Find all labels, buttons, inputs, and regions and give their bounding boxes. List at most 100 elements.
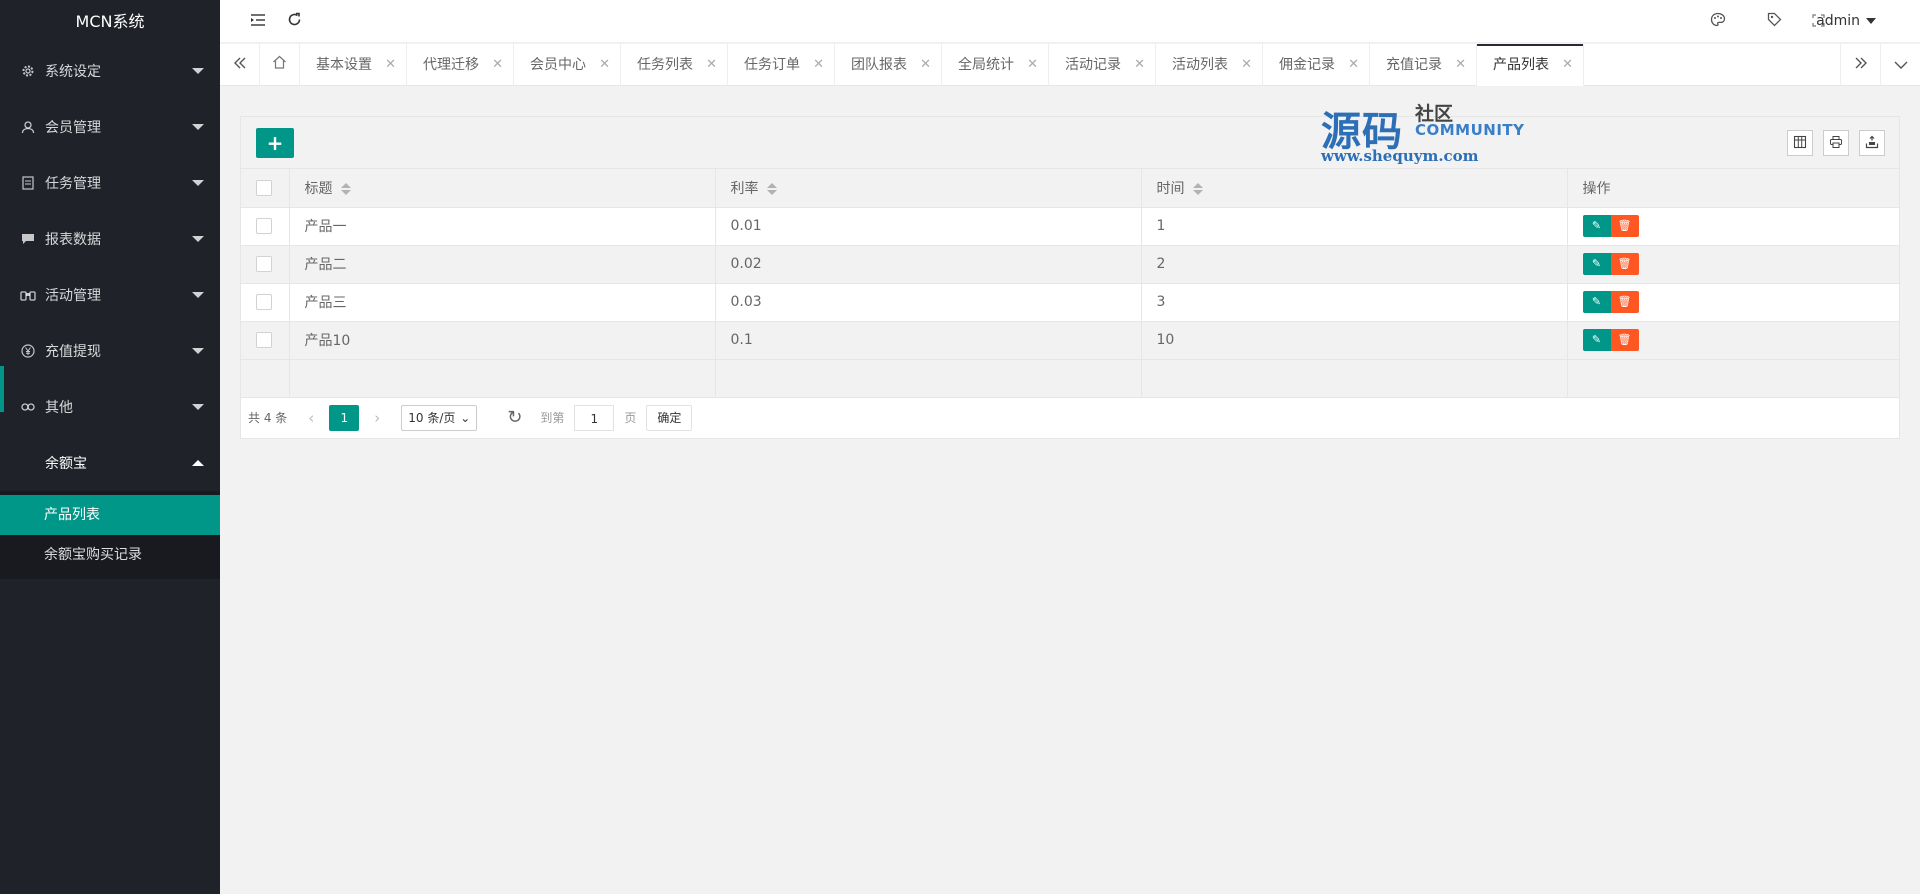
tabs-menu-button[interactable] [1880,44,1920,86]
blank-icon [20,455,36,471]
tab-product-list[interactable]: 产品列表 ✕ [1477,44,1584,86]
close-icon[interactable]: ✕ [1455,44,1466,86]
tag-button[interactable] [1754,0,1794,43]
close-icon[interactable]: ✕ [920,44,931,86]
sidebar-item-tasks[interactable]: 任务管理 [0,155,220,211]
goto-page-input[interactable]: 1 [574,404,615,431]
add-button[interactable]: + [256,128,294,158]
sidebar-item-members[interactable]: 会员管理 [0,99,220,155]
column-header-title[interactable]: 标题 [288,169,716,208]
tab-agent-migration[interactable]: 代理迁移 ✕ [407,44,514,86]
caret-down-icon [192,236,204,242]
delete-button[interactable]: 🗑 [1610,215,1639,237]
column-header-actions: 操作 [1566,169,1899,208]
tab-activity-list[interactable]: 活动列表 ✕ [1156,44,1263,86]
close-icon[interactable]: ✕ [599,44,610,86]
close-icon[interactable]: ✕ [1348,44,1359,86]
close-icon[interactable]: ✕ [1134,44,1145,86]
indent-icon [250,12,266,31]
sidebar-item-yuebao[interactable]: 余额宝 [0,435,220,491]
page-label: 页 [624,411,637,425]
goto-label: 到第 [540,411,565,425]
refresh-button[interactable] [274,0,314,43]
close-icon[interactable]: ✕ [492,44,503,86]
delete-button[interactable]: 🗑 [1610,253,1639,275]
palette-icon [1710,12,1726,31]
edit-button[interactable]: ✎ [1582,253,1611,275]
tab-commission-records[interactable]: 佣金记录 ✕ [1263,44,1370,86]
tab-activity-records[interactable]: 活动记录 ✕ [1049,44,1156,86]
columns-filter-button[interactable] [1787,130,1813,156]
sidebar-subitem-purchase-records[interactable]: 余额宝购买记录 [0,535,220,575]
next-page-button[interactable]: › [367,409,387,427]
goto-confirm-button[interactable]: 确定 [646,404,693,431]
print-button[interactable] [1823,130,1849,156]
caret-down-icon [192,348,204,354]
theme-button[interactable] [1698,0,1738,43]
pencil-icon: ✎ [1591,219,1602,232]
tab-recharge-records[interactable]: 充值记录 ✕ [1370,44,1477,86]
close-icon[interactable]: ✕ [813,44,824,86]
table-toolbar: + 源码 社区 COMMUNITY www.shequym.com [241,103,1899,169]
sidebar-item-recharge[interactable]: 充值提现 [0,323,220,379]
tab-team-report[interactable]: 团队报表 ✕ [835,44,942,86]
tab-member-center[interactable]: 会员中心 ✕ [514,44,621,86]
export-button[interactable] [1859,130,1885,156]
cell-time: 10 [1140,321,1568,360]
refresh-icon [287,12,302,31]
close-icon[interactable]: ✕ [1562,44,1573,86]
current-page[interactable]: 1 [329,404,360,431]
cell-actions: ✎ 🗑 [1566,321,1899,360]
app-logo[interactable]: MCN系统 [0,0,220,43]
table-tools [1787,130,1885,156]
table-empty-row [241,359,1899,398]
tab-task-list[interactable]: 任务列表 ✕ [621,44,728,86]
close-icon[interactable]: ✕ [1241,44,1252,86]
row-checkbox[interactable] [256,218,272,234]
empty-cell [241,359,290,398]
edit-button[interactable]: ✎ [1582,329,1611,351]
row-checkbox[interactable] [256,332,272,348]
empty-cell [288,359,716,398]
close-icon[interactable]: ✕ [1027,44,1038,86]
collapse-menu-button[interactable] [238,0,278,43]
tab-task-orders[interactable]: 任务订单 ✕ [728,44,835,86]
sidebar-subitem-product-list[interactable]: 产品列表 [0,495,220,535]
sort-icon[interactable] [340,182,351,196]
edit-button[interactable]: ✎ [1582,215,1611,237]
sidebar-item-activities[interactable]: 活动管理 [0,267,220,323]
cell-title: 产品二 [288,245,716,284]
sort-icon[interactable] [766,182,777,196]
close-icon[interactable]: ✕ [706,44,717,86]
row-checkbox-cell [241,207,290,246]
sidebar-item-reports[interactable]: 报表数据 [0,211,220,267]
header-checkbox-cell [241,169,290,208]
refresh-page-button[interactable]: ↻ [507,407,522,428]
user-menu[interactable]: admin [1816,0,1876,43]
close-icon[interactable]: ✕ [385,44,396,86]
sort-icon[interactable] [1192,182,1203,196]
delete-button[interactable]: 🗑 [1610,329,1639,351]
refresh-icon: ↻ [507,407,523,428]
edit-button[interactable]: ✎ [1582,291,1611,313]
select-all-checkbox[interactable] [256,179,272,196]
tab-global-stats[interactable]: 全局统计 ✕ [942,44,1049,86]
sidebar-item-system-settings[interactable]: 系统设定 [0,43,220,99]
link-icon [20,399,36,415]
caret-down-icon [192,292,204,298]
tabs-scroll-left-button[interactable] [220,44,260,86]
chevron-down-icon [1894,56,1908,74]
prev-page-button[interactable]: ‹ [301,409,321,427]
column-header-rate[interactable]: 利率 [714,169,1142,208]
row-checkbox[interactable] [256,294,272,310]
tab-basic-settings[interactable]: 基本设置 ✕ [300,44,407,86]
delete-button[interactable]: 🗑 [1610,291,1639,313]
export-icon [1865,135,1879,152]
row-checkbox[interactable] [256,256,272,272]
tabs-scroll-right-button[interactable] [1840,44,1880,86]
tab-home[interactable] [260,44,300,86]
sidebar-item-other[interactable]: 其他 [0,379,220,435]
sidebar-item-label: 余额宝 [45,456,87,472]
user-name: admin [1816,13,1860,29]
page-size-select[interactable]: 10 条/页 ⌄ [401,404,478,431]
